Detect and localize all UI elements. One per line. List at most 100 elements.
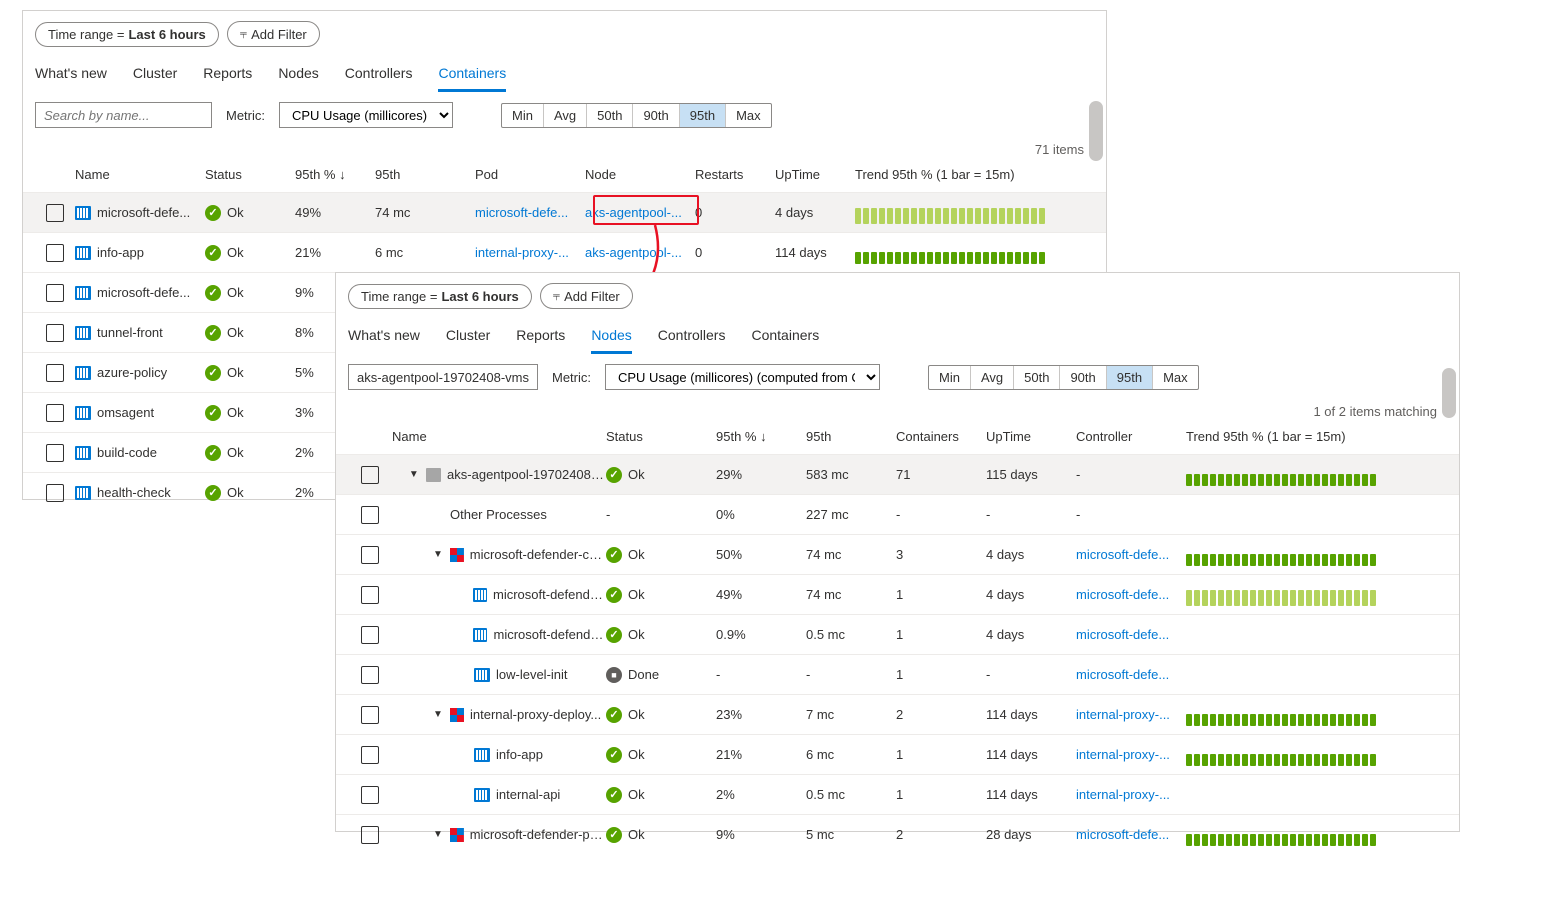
node-link[interactable]: aks-agentpool-... <box>585 245 682 260</box>
tab-nodes[interactable]: Nodes <box>591 323 631 354</box>
table-row[interactable]: low-level-init■Done--1-microsoft-defe... <box>336 654 1459 694</box>
expand-toggle[interactable]: ▼ <box>432 829 444 840</box>
table-row[interactable]: microsoft-defender-l...✓Ok49%74 mc14 day… <box>336 574 1459 614</box>
pct-cell: 49% <box>716 587 806 602</box>
controller-link[interactable]: microsoft-defe... <box>1076 827 1169 842</box>
table-row[interactable]: Other Processes-0%227 mc--- <box>336 494 1459 534</box>
table-row[interactable]: internal-api✓Ok2%0.5 mc1114 daysinternal… <box>336 774 1459 814</box>
seg-50th[interactable]: 50th <box>587 104 633 127</box>
checkbox[interactable] <box>361 786 379 804</box>
seg-min[interactable]: Min <box>929 366 971 389</box>
checkbox[interactable] <box>46 444 64 462</box>
checkbox[interactable] <box>46 284 64 302</box>
pct-cell: 29% <box>716 467 806 482</box>
controller-link[interactable]: internal-proxy-... <box>1076 707 1170 722</box>
seg-50th[interactable]: 50th <box>1014 366 1060 389</box>
pod-link[interactable]: internal-proxy-... <box>475 245 569 260</box>
scrollbar[interactable] <box>1442 368 1456 418</box>
checkbox[interactable] <box>361 746 379 764</box>
uptime-cell: - <box>986 507 1076 522</box>
tab-nodes[interactable]: Nodes <box>278 61 318 92</box>
seg-max[interactable]: Max <box>1153 366 1198 389</box>
restarts-cell: 0 <box>695 205 775 220</box>
controller-link[interactable]: microsoft-defe... <box>1076 547 1169 562</box>
node-link[interactable]: aks-agentpool-... <box>585 205 682 220</box>
expand-toggle[interactable]: ▼ <box>432 549 444 560</box>
controller-link[interactable]: microsoft-defe... <box>1076 587 1169 602</box>
checkbox[interactable] <box>46 204 64 222</box>
tab-reports[interactable]: Reports <box>516 323 565 354</box>
metric-select[interactable]: CPU Usage (millicores) <box>279 102 453 128</box>
trend-cell <box>1186 744 1447 766</box>
search-input[interactable] <box>35 102 212 128</box>
time-range-filter[interactable]: Time range = Last 6 hours <box>348 284 532 309</box>
scrollbar[interactable] <box>1089 101 1103 161</box>
search-input[interactable] <box>348 364 538 390</box>
checkbox[interactable] <box>361 506 379 524</box>
table-row[interactable]: microsoft-defe...✓Ok49%74 mcmicrosoft-de… <box>23 192 1106 232</box>
seg-90th[interactable]: 90th <box>1060 366 1106 389</box>
expand-toggle[interactable]: ▼ <box>408 469 420 480</box>
trend-cell <box>855 242 1094 264</box>
checkbox[interactable] <box>361 546 379 564</box>
tab-reports[interactable]: Reports <box>203 61 252 92</box>
status-cell: ✓Ok <box>606 547 716 563</box>
seg-avg[interactable]: Avg <box>971 366 1014 389</box>
pct-cell: 21% <box>295 245 375 260</box>
seg-90th[interactable]: 90th <box>633 104 679 127</box>
checkbox[interactable] <box>361 626 379 644</box>
controller-link[interactable]: microsoft-defe... <box>1076 627 1169 642</box>
add-filter-button[interactable]: ⫧Add Filter <box>227 21 320 47</box>
checkbox[interactable] <box>46 244 64 262</box>
table-row[interactable]: info-app✓Ok21%6 mcinternal-proxy-...aks-… <box>23 232 1106 272</box>
seg-min[interactable]: Min <box>502 104 544 127</box>
table-row[interactable]: info-app✓Ok21%6 mc1114 daysinternal-prox… <box>336 734 1459 774</box>
seg-max[interactable]: Max <box>726 104 771 127</box>
checkbox[interactable] <box>46 324 64 342</box>
tab-cluster[interactable]: Cluster <box>133 61 177 92</box>
tab-containers[interactable]: Containers <box>438 61 506 92</box>
table-row[interactable]: ▼aks-agentpool-19702408-v...✓Ok29%583 mc… <box>336 454 1459 494</box>
tab-controllers[interactable]: Controllers <box>658 323 726 354</box>
tab-what-s-new[interactable]: What's new <box>348 323 420 354</box>
controller-link[interactable]: microsoft-defe... <box>1076 667 1169 682</box>
filter-bar: Time range = Last 6 hours ⫧Add Filter <box>336 273 1459 317</box>
checkbox[interactable] <box>361 666 379 684</box>
checkbox[interactable] <box>46 404 64 422</box>
status-cell: ✓Ok <box>205 325 295 341</box>
seg-95th[interactable]: 95th <box>1107 366 1153 389</box>
controller-link[interactable]: internal-proxy-... <box>1076 787 1170 802</box>
checkbox[interactable] <box>361 586 379 604</box>
table-row[interactable]: ▼microsoft-defender-pu...✓Ok9%5 mc228 da… <box>336 814 1459 854</box>
uptime-cell: - <box>986 667 1076 682</box>
checkbox[interactable] <box>46 364 64 382</box>
checkbox[interactable] <box>361 826 379 844</box>
expand-toggle[interactable]: ▼ <box>432 709 444 720</box>
controller-link[interactable]: internal-proxy-... <box>1076 747 1170 762</box>
done-icon: ■ <box>606 667 622 683</box>
uptime-cell: 4 days <box>986 627 1076 642</box>
tab-controllers[interactable]: Controllers <box>345 61 413 92</box>
ok-icon: ✓ <box>606 707 622 723</box>
tab-containers[interactable]: Containers <box>751 323 819 354</box>
seg-95th[interactable]: 95th <box>680 104 726 127</box>
time-range-filter[interactable]: Time range = Last 6 hours <box>35 22 219 47</box>
add-filter-button[interactable]: ⫧Add Filter <box>540 283 633 309</box>
uptime-cell: 4 days <box>986 587 1076 602</box>
metric-select[interactable]: CPU Usage (millicores) (computed from Ca… <box>605 364 880 390</box>
tab-cluster[interactable]: Cluster <box>446 323 490 354</box>
checkbox[interactable] <box>361 466 379 484</box>
tab-what-s-new[interactable]: What's new <box>35 61 107 92</box>
containers-cell: 1 <box>896 787 986 802</box>
checkbox[interactable] <box>46 484 64 502</box>
trend-cell <box>1186 704 1447 726</box>
table-row[interactable]: ▼internal-proxy-deploy...✓Ok23%7 mc2114 … <box>336 694 1459 734</box>
table-row[interactable]: ▼microsoft-defender-co...✓Ok50%74 mc34 d… <box>336 534 1459 574</box>
table-row[interactable]: microsoft-defender-...✓Ok0.9%0.5 mc14 da… <box>336 614 1459 654</box>
checkbox[interactable] <box>361 706 379 724</box>
pod-link[interactable]: microsoft-defe... <box>475 205 568 220</box>
uptime-cell: 4 days <box>986 547 1076 562</box>
containers-cell: 1 <box>896 627 986 642</box>
seg-avg[interactable]: Avg <box>544 104 587 127</box>
pod-icon <box>450 548 464 562</box>
